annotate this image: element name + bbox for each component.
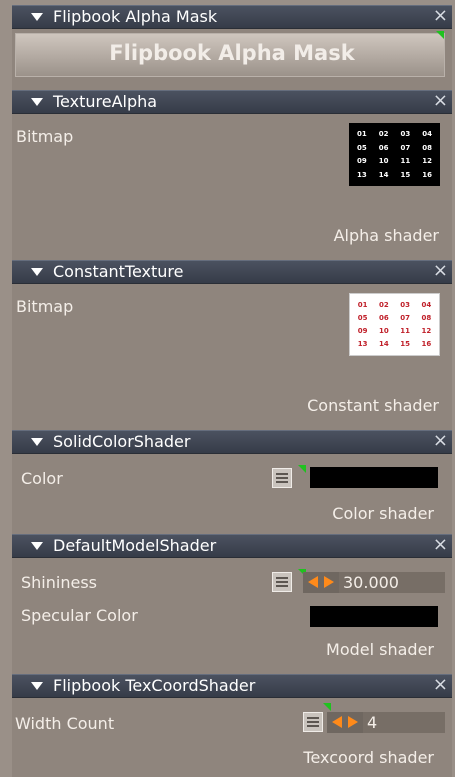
thumbnail-number: 07 bbox=[400, 143, 411, 152]
thumbnail-number: 10 bbox=[378, 157, 389, 166]
thumbnail-number: 15 bbox=[400, 171, 411, 180]
collapse-triangle-icon[interactable] bbox=[31, 98, 43, 106]
value-stepper-arrows[interactable] bbox=[327, 712, 363, 733]
specular-color-swatch[interactable] bbox=[310, 606, 438, 627]
section-panel-flipbook-texcoord-shader: Width Count 4 Texcoord shader bbox=[12, 698, 452, 777]
list-icon[interactable] bbox=[272, 572, 292, 592]
thumbnail-number: 08 bbox=[422, 143, 432, 152]
thumbnail-number: 03 bbox=[400, 300, 410, 309]
banner-title: Flipbook Alpha Mask bbox=[109, 41, 355, 65]
decrement-arrow-icon[interactable] bbox=[332, 716, 342, 728]
thumbnail-number: 14 bbox=[379, 340, 389, 349]
close-icon[interactable]: × bbox=[433, 90, 448, 112]
bitmap-thumbnail[interactable]: 01 02 03 04 05 06 07 08 09 10 11 12 13 14 15 16 bbox=[349, 123, 440, 186]
section-panel-constant-texture: Bitmap 01 02 03 04 05 06 07 08 09 10 11 12 13 14 15… bbox=[12, 284, 452, 430]
bitmap-thumbnail[interactable]: 01 02 03 04 05 06 07 08 09 10 11 12 13 14 15 16 bbox=[349, 293, 440, 356]
bitmap-label: Bitmap bbox=[16, 127, 74, 146]
section-header-default-model-shader[interactable]: DefaultModelShader × bbox=[12, 534, 452, 558]
shader-name-label: Texcoord shader bbox=[303, 748, 434, 767]
collapse-triangle-icon[interactable] bbox=[31, 438, 43, 446]
section-panel-solid-color-shader: Color Color shader bbox=[12, 454, 452, 534]
section-title: TextureAlpha bbox=[53, 92, 158, 111]
section-header-constant-texture[interactable]: ConstantTexture × bbox=[12, 260, 452, 284]
corner-marker-icon bbox=[323, 703, 331, 711]
value-stepper-arrows[interactable] bbox=[303, 572, 339, 593]
section-header-texture-alpha[interactable]: TextureAlpha × bbox=[12, 90, 452, 114]
shader-name-label: Constant shader bbox=[307, 396, 439, 415]
thumbnail-number: 02 bbox=[379, 300, 389, 309]
section-title: DefaultModelShader bbox=[53, 536, 217, 555]
close-icon[interactable]: × bbox=[433, 260, 448, 282]
close-icon[interactable]: × bbox=[433, 5, 448, 27]
section-header-solid-color-shader[interactable]: SolidColorShader × bbox=[12, 430, 452, 454]
thumbnail-number: 06 bbox=[379, 313, 389, 322]
thumbnail-number: 11 bbox=[400, 327, 410, 336]
section-title: SolidColorShader bbox=[53, 432, 191, 451]
thumbnail-number: 12 bbox=[421, 327, 432, 336]
thumbnail-number: 14 bbox=[378, 171, 389, 180]
color-swatch[interactable] bbox=[310, 467, 438, 488]
collapse-triangle-icon[interactable] bbox=[31, 268, 43, 276]
close-icon[interactable]: × bbox=[433, 430, 448, 452]
collapse-triangle-icon[interactable] bbox=[31, 13, 43, 21]
thumbnail-number: 03 bbox=[400, 129, 411, 138]
thumbnail-number: 12 bbox=[422, 157, 432, 166]
close-icon[interactable]: × bbox=[433, 674, 448, 696]
thumbnail-number: 05 bbox=[357, 313, 368, 322]
thumbnail-number: 04 bbox=[422, 129, 432, 138]
collapse-triangle-icon[interactable] bbox=[31, 542, 43, 550]
bitmap-label: Bitmap bbox=[16, 297, 74, 316]
thumbnail-number: 16 bbox=[421, 340, 432, 349]
color-label: Color bbox=[21, 469, 63, 488]
section-title: Flipbook Alpha Mask bbox=[53, 7, 218, 26]
thumbnail-number: 11 bbox=[400, 157, 411, 166]
section-title: Flipbook TexCoordShader bbox=[53, 676, 256, 695]
section-panel-texture-alpha: Bitmap 01 02 03 04 05 06 07 08 09 10 11 12 13 14 15… bbox=[12, 114, 452, 260]
shininess-label: Shininess bbox=[21, 573, 97, 592]
thumbnail-number: 10 bbox=[379, 327, 389, 336]
specular-color-label: Specular Color bbox=[21, 606, 138, 625]
thumbnail-number: 09 bbox=[357, 327, 368, 336]
thumbnail-number: 06 bbox=[378, 143, 389, 152]
thumbnail-number: 07 bbox=[400, 313, 410, 322]
thumbnail-number: 02 bbox=[378, 129, 389, 138]
decrement-arrow-icon[interactable] bbox=[308, 576, 318, 588]
section-header-flipbook-alpha-mask[interactable]: Flipbook Alpha Mask × bbox=[12, 5, 452, 29]
collapse-triangle-icon[interactable] bbox=[31, 682, 43, 690]
increment-arrow-icon[interactable] bbox=[348, 716, 358, 728]
thumbnail-number: 09 bbox=[357, 157, 367, 166]
section-header-flipbook-texcoord-shader[interactable]: Flipbook TexCoordShader × bbox=[12, 674, 452, 698]
width-count-field[interactable]: 4 bbox=[363, 712, 445, 733]
thumbnail-number: 01 bbox=[357, 129, 367, 138]
thumbnail-number: 16 bbox=[422, 171, 432, 180]
corner-marker-icon bbox=[298, 465, 306, 473]
thumbnail-number: 05 bbox=[357, 143, 367, 152]
list-icon[interactable] bbox=[272, 468, 292, 488]
thumbnail-number: 04 bbox=[421, 300, 432, 309]
section-panel-default-model-shader: Shininess 30.000 Specular Color Model sh… bbox=[12, 558, 452, 674]
corner-marker-icon bbox=[436, 31, 444, 39]
section-title: ConstantTexture bbox=[53, 262, 184, 281]
list-icon[interactable] bbox=[303, 712, 323, 732]
thumbnail-number: 08 bbox=[421, 313, 432, 322]
increment-arrow-icon[interactable] bbox=[324, 576, 334, 588]
thumbnail-number: 13 bbox=[357, 171, 367, 180]
section-panel-flipbook-alpha-mask: Flipbook Alpha Mask bbox=[12, 29, 452, 90]
thumbnail-number: 13 bbox=[357, 340, 368, 349]
shininess-field[interactable]: 30.000 bbox=[339, 572, 445, 593]
width-count-label: Width Count bbox=[15, 714, 115, 733]
thumbnail-number: 01 bbox=[357, 300, 368, 309]
shader-name-label: Alpha shader bbox=[333, 226, 439, 245]
shader-name-label: Model shader bbox=[326, 640, 434, 659]
thumbnail-number: 15 bbox=[400, 340, 410, 349]
close-icon[interactable]: × bbox=[433, 534, 448, 556]
shader-name-label: Color shader bbox=[332, 504, 434, 523]
